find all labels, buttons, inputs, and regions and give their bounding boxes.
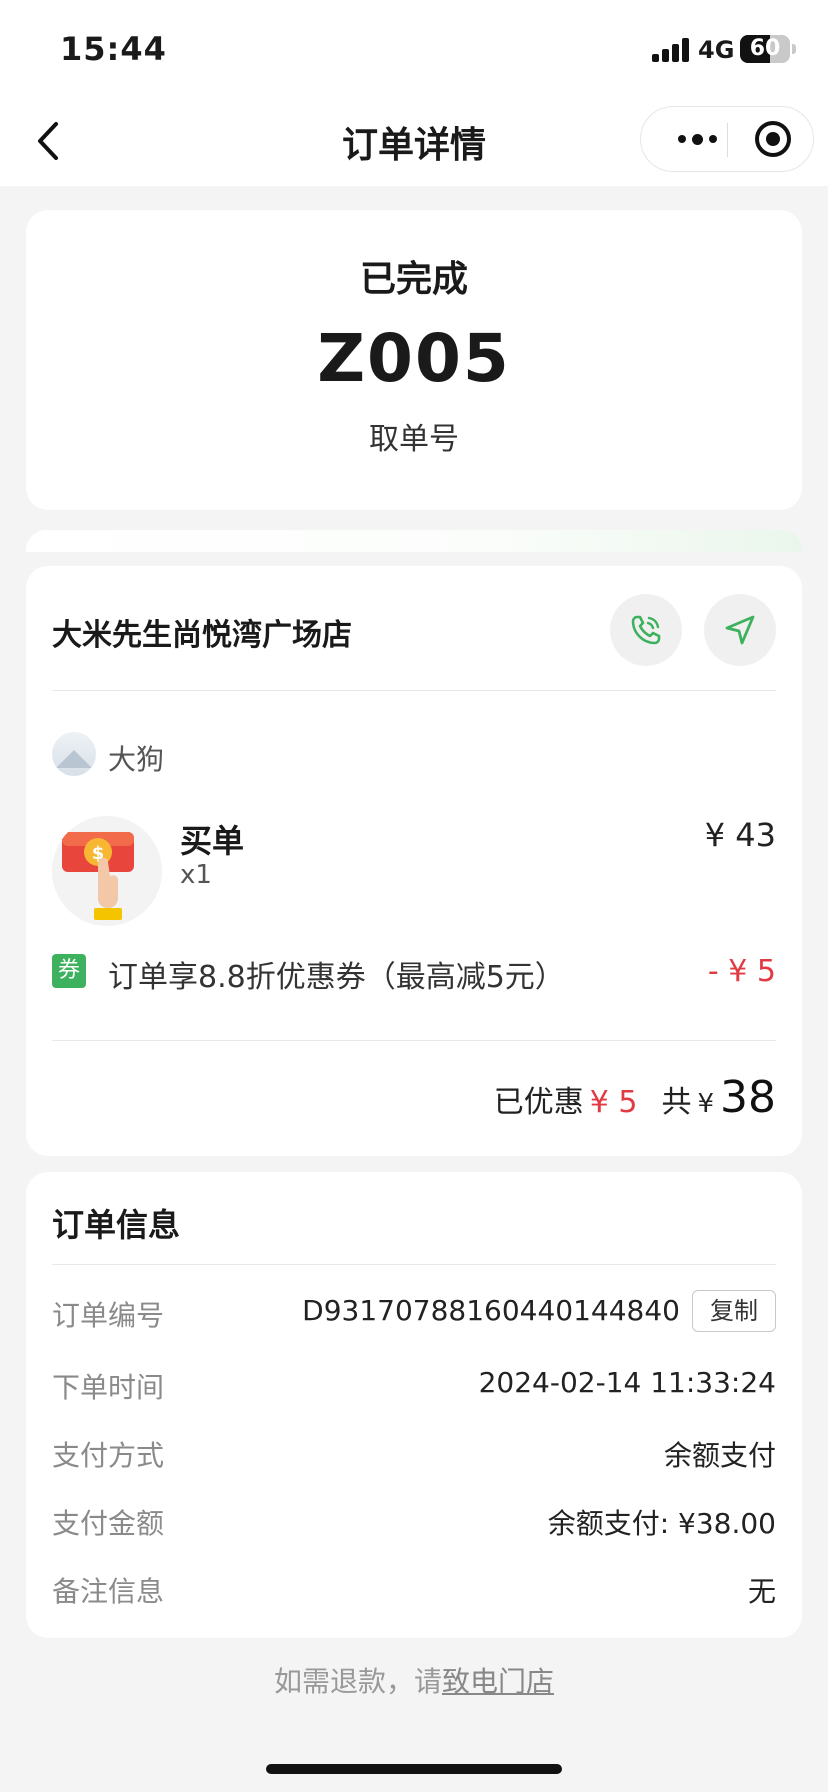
status-time: 15:44 [60, 30, 167, 68]
decorative-strip [26, 530, 802, 552]
info-row-remarks: 备注信息 无 [52, 1566, 776, 1610]
order-info-title: 订单信息 [52, 1206, 181, 1244]
navigate-store-button[interactable] [704, 594, 776, 666]
more-dots-icon[interactable] [667, 107, 727, 171]
divider [52, 1040, 776, 1041]
info-key: 支付金额 [52, 1507, 165, 1540]
info-value: 余额支付: ¥38.00 [547, 1507, 776, 1540]
total-currency: ¥ [697, 1089, 714, 1119]
nav-bar: 订单详情 [0, 96, 828, 186]
signal-icon [652, 38, 690, 62]
user-name: 大狗 [108, 743, 165, 776]
info-row-payment-amount: 支付金额 余额支付: ¥38.00 [52, 1498, 776, 1542]
coupon-description: 订单享8.8折优惠券（最高减5元） [108, 960, 565, 995]
product-price: ¥ 43 [704, 816, 776, 854]
copy-button[interactable]: 复制 [692, 1290, 776, 1332]
product-quantity: x1 [180, 860, 212, 890]
mini-program-capsule [640, 106, 814, 172]
refund-note-text: 如需退款，请 [273, 1665, 442, 1698]
target-icon[interactable] [755, 121, 791, 157]
divider [52, 1264, 776, 1265]
order-number: D93170788160440144840 [302, 1294, 680, 1327]
product-name: 买单 [180, 822, 245, 860]
info-key: 备注信息 [52, 1575, 165, 1608]
info-row-order-number: 订单编号 D93170788160440144840 复制 [52, 1290, 776, 1334]
pickup-code: Z005 [317, 320, 511, 397]
network-type: 4G [698, 36, 735, 64]
info-key: 支付方式 [52, 1439, 165, 1472]
order-totals: 已优惠 ¥ 5 共 ¥ 38 [494, 1072, 776, 1123]
call-store-button[interactable] [610, 594, 682, 666]
phone-icon [631, 615, 661, 645]
total-amount: 38 [720, 1072, 776, 1123]
coupon-amount: - ¥ 5 [707, 954, 776, 989]
avatar [52, 732, 96, 776]
order-status-card: 已完成 Z005 取单号 [26, 210, 802, 510]
info-row-order-time: 下单时间 2024-02-14 11:33:24 [52, 1362, 776, 1406]
call-store-link[interactable]: 致电门店 [442, 1665, 554, 1698]
status-bar: 15:44 4G 60 [0, 0, 828, 96]
divider [52, 690, 776, 691]
order-status-text: 已完成 [359, 259, 468, 300]
battery-percent: 60 [749, 36, 781, 61]
navigation-arrow-icon [725, 615, 755, 645]
info-key: 订单编号 [52, 1299, 165, 1332]
total-label: 共 [661, 1085, 692, 1120]
order-info-card: 订单信息 订单编号 D93170788160440144840 复制 下单时间 … [26, 1172, 802, 1638]
battery-icon: 60 [740, 35, 790, 63]
home-indicator [266, 1764, 562, 1774]
coupon-icon: 券 [52, 954, 86, 988]
discount-amount: ¥ 5 [589, 1085, 638, 1120]
refund-note: 如需退款，请致电门店 [0, 1660, 828, 1700]
info-value: 2024-02-14 11:33:24 [478, 1366, 776, 1399]
store-order-card: 大米先生尚悦湾广场店 大狗 $ 买单 x1 ¥ 43 券 订单享8.8折优惠券（… [26, 566, 802, 1156]
info-key: 下单时间 [52, 1371, 165, 1404]
product-image: $ [52, 816, 162, 926]
capsule-divider [727, 123, 728, 157]
info-value: 无 [747, 1575, 776, 1608]
info-value: 余额支付 [663, 1439, 776, 1472]
battery-cap [792, 44, 796, 54]
store-name: 大米先生尚悦湾广场店 [52, 618, 352, 653]
discount-label: 已优惠 [493, 1085, 584, 1120]
pickup-code-label: 取单号 [369, 422, 459, 457]
info-row-payment-method: 支付方式 余额支付 [52, 1430, 776, 1474]
